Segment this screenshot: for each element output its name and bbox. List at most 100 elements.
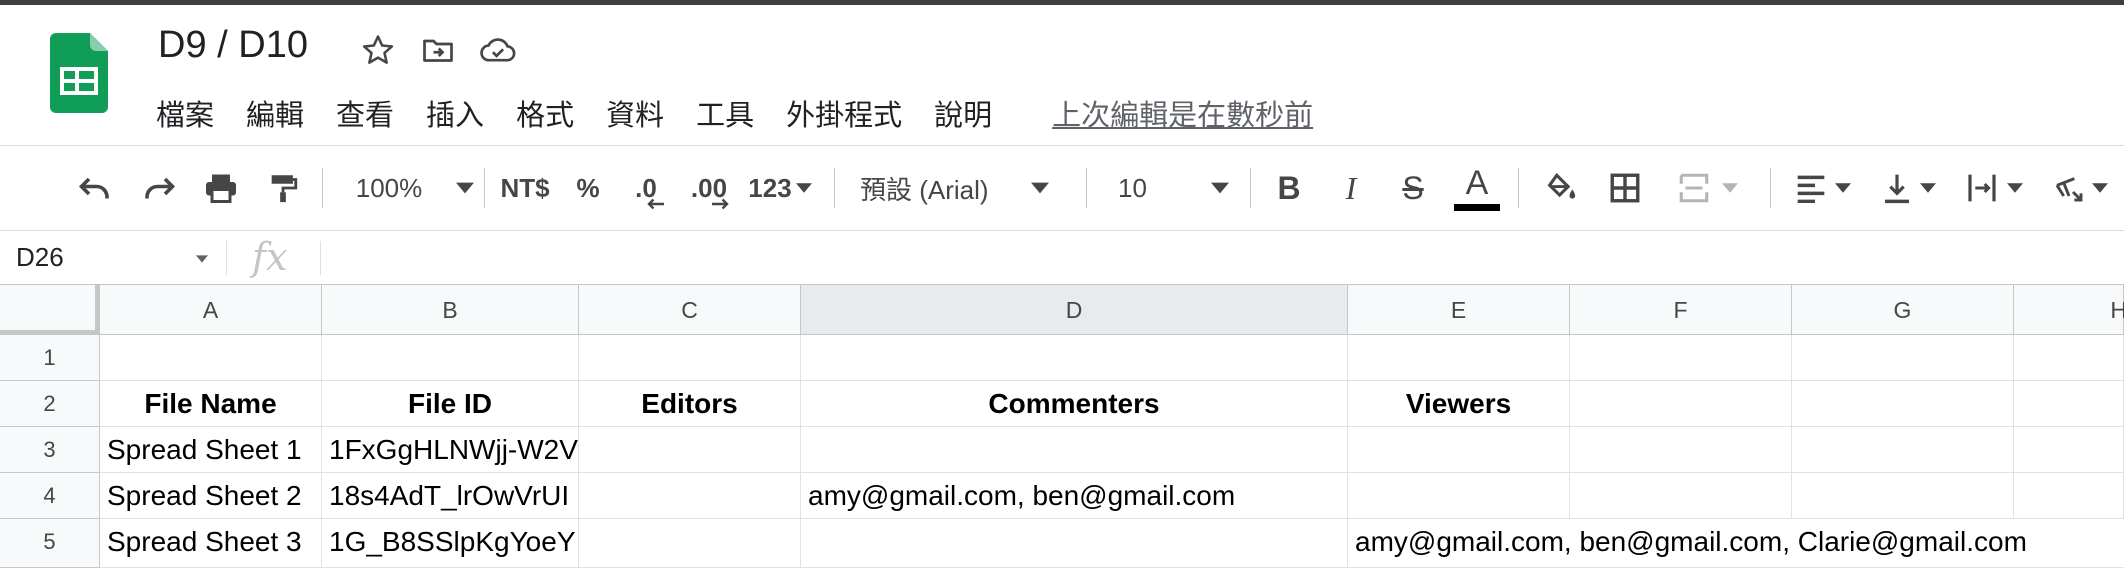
cell-d3[interactable] bbox=[801, 427, 1348, 473]
cell-c5[interactable] bbox=[579, 519, 801, 568]
cell-g3[interactable] bbox=[1792, 427, 2014, 473]
row-header-4[interactable]: 4 bbox=[0, 473, 100, 519]
cell-h3[interactable] bbox=[2014, 427, 2124, 473]
cell-d1[interactable] bbox=[801, 335, 1348, 381]
strikethrough-button[interactable]: S bbox=[1392, 146, 1434, 230]
menu-edit[interactable]: 編輯 bbox=[246, 92, 320, 134]
text-rotation-button[interactable] bbox=[2044, 146, 2116, 230]
text-color-swatch bbox=[1454, 203, 1500, 211]
name-box[interactable]: D26 bbox=[16, 231, 64, 284]
cell-b5[interactable]: 1G_B8SSlpKgYoeY bbox=[322, 519, 579, 568]
dropdown-arrow-icon bbox=[1920, 183, 1936, 193]
column-header-g[interactable]: G bbox=[1792, 285, 2014, 335]
arrow-right-icon bbox=[712, 198, 729, 210]
cell-a5[interactable]: Spread Sheet 3 bbox=[100, 519, 322, 568]
cell-f3[interactable] bbox=[1570, 427, 1792, 473]
column-header-e[interactable]: E bbox=[1348, 285, 1570, 335]
paint-format-button[interactable] bbox=[260, 146, 306, 230]
borders-button[interactable] bbox=[1602, 146, 1648, 230]
increase-decimal-button[interactable]: .00 bbox=[684, 146, 734, 230]
cell-d4[interactable]: amy@gmail.com, ben@gmail.com bbox=[801, 473, 1348, 519]
cell-b1[interactable] bbox=[322, 335, 579, 381]
column-header-a[interactable]: A bbox=[100, 285, 322, 335]
font-size-select[interactable]: 10 bbox=[1118, 146, 1238, 230]
menu-format[interactable]: 格式 bbox=[516, 92, 590, 134]
cell-g1[interactable] bbox=[1792, 335, 2014, 381]
column-header-b[interactable]: B bbox=[322, 285, 579, 335]
cell-c2[interactable]: Editors bbox=[579, 381, 801, 427]
cell-e1[interactable] bbox=[1348, 335, 1570, 381]
undo-icon bbox=[78, 177, 109, 199]
dropdown-arrow-icon bbox=[2092, 183, 2108, 193]
cell-a4[interactable]: Spread Sheet 2 bbox=[100, 473, 322, 519]
cell-d2[interactable]: Commenters bbox=[801, 381, 1348, 427]
star-icon[interactable] bbox=[358, 30, 398, 70]
cell-c4[interactable] bbox=[579, 473, 801, 519]
cell-b4[interactable]: 18s4AdT_lrOwVrUI bbox=[322, 473, 579, 519]
cell-h2[interactable] bbox=[2014, 381, 2124, 427]
menu-view[interactable]: 查看 bbox=[336, 92, 410, 134]
italic-button[interactable]: I bbox=[1330, 146, 1372, 230]
menu-addons[interactable]: 外掛程式 bbox=[786, 92, 918, 134]
cell-a2[interactable]: File Name bbox=[100, 381, 322, 427]
menu-insert[interactable]: 插入 bbox=[426, 92, 500, 134]
cell-h1[interactable] bbox=[2014, 335, 2124, 381]
zoom-value: 100% bbox=[355, 172, 423, 203]
cell-e5[interactable]: amy@gmail.com, ben@gmail.com, Clarie@gma… bbox=[1348, 519, 2124, 568]
cell-e4[interactable] bbox=[1348, 473, 1570, 519]
row-header-3[interactable]: 3 bbox=[0, 427, 100, 473]
dropdown-arrow-icon bbox=[1722, 183, 1738, 193]
cell-c1[interactable] bbox=[579, 335, 801, 381]
move-folder-icon[interactable] bbox=[418, 30, 458, 70]
document-title[interactable]: D9 / D10 bbox=[158, 24, 308, 67]
cell-h4[interactable] bbox=[2014, 473, 2124, 519]
merge-cells-button[interactable] bbox=[1666, 146, 1748, 230]
currency-format-button[interactable]: NT$ bbox=[494, 146, 556, 230]
cell-f2[interactable] bbox=[1570, 381, 1792, 427]
bold-button[interactable]: B bbox=[1268, 146, 1310, 230]
print-button[interactable] bbox=[198, 146, 244, 230]
menu-data[interactable]: 資料 bbox=[606, 92, 680, 134]
formula-input[interactable] bbox=[334, 231, 2114, 284]
row-header-2[interactable]: 2 bbox=[0, 381, 100, 427]
fill-color-button[interactable] bbox=[1538, 146, 1584, 230]
font-family-select[interactable]: 預設 (Arial) bbox=[860, 146, 1070, 230]
google-sheets-logo-icon[interactable] bbox=[50, 33, 108, 113]
horizontal-align-button[interactable] bbox=[1788, 146, 1858, 230]
undo-button[interactable] bbox=[72, 146, 118, 230]
menu-help[interactable]: 說明 bbox=[934, 92, 1008, 134]
column-header-f[interactable]: F bbox=[1570, 285, 1792, 335]
name-box-dropdown-icon[interactable] bbox=[196, 255, 208, 263]
toolbar: 100% NT$ % .0 .00 123 預設 (Arial) 10 B I … bbox=[0, 146, 2124, 230]
cloud-saved-icon[interactable] bbox=[478, 30, 518, 70]
row-header-1[interactable]: 1 bbox=[0, 335, 100, 381]
row-header-5[interactable]: 5 bbox=[0, 519, 100, 568]
cell-e2[interactable]: Viewers bbox=[1348, 381, 1570, 427]
cell-d5[interactable] bbox=[801, 519, 1348, 568]
redo-button[interactable] bbox=[136, 146, 182, 230]
menu-tools[interactable]: 工具 bbox=[696, 92, 770, 134]
column-header-d[interactable]: D bbox=[801, 285, 1348, 335]
text-color-button[interactable]: A bbox=[1452, 146, 1502, 230]
cell-a1[interactable] bbox=[100, 335, 322, 381]
menu-file[interactable]: 檔案 bbox=[156, 92, 230, 134]
cell-b2[interactable]: File ID bbox=[322, 381, 579, 427]
percent-format-button[interactable]: % bbox=[568, 146, 608, 230]
cell-e3[interactable] bbox=[1348, 427, 1570, 473]
cell-g4[interactable] bbox=[1792, 473, 2014, 519]
column-header-c[interactable]: C bbox=[579, 285, 801, 335]
text-wrapping-button[interactable] bbox=[1958, 146, 2030, 230]
cell-g2[interactable] bbox=[1792, 381, 2014, 427]
cell-f4[interactable] bbox=[1570, 473, 1792, 519]
cell-b3[interactable]: 1FxGgHLNWjj-W2V bbox=[322, 427, 579, 473]
cell-a3[interactable]: Spread Sheet 1 bbox=[100, 427, 322, 473]
select-all-corner[interactable] bbox=[0, 285, 100, 335]
cell-c3[interactable] bbox=[579, 427, 801, 473]
zoom-select[interactable]: 100% bbox=[350, 146, 480, 230]
last-edit-link[interactable]: 上次編輯是在數秒前 bbox=[1052, 92, 1313, 134]
column-header-h[interactable]: H bbox=[2014, 285, 2124, 335]
more-formats-button[interactable]: 123 bbox=[744, 146, 816, 230]
decrease-decimal-button[interactable]: .0 bbox=[624, 146, 668, 230]
cell-f1[interactable] bbox=[1570, 335, 1792, 381]
vertical-align-button[interactable] bbox=[1874, 146, 1944, 230]
